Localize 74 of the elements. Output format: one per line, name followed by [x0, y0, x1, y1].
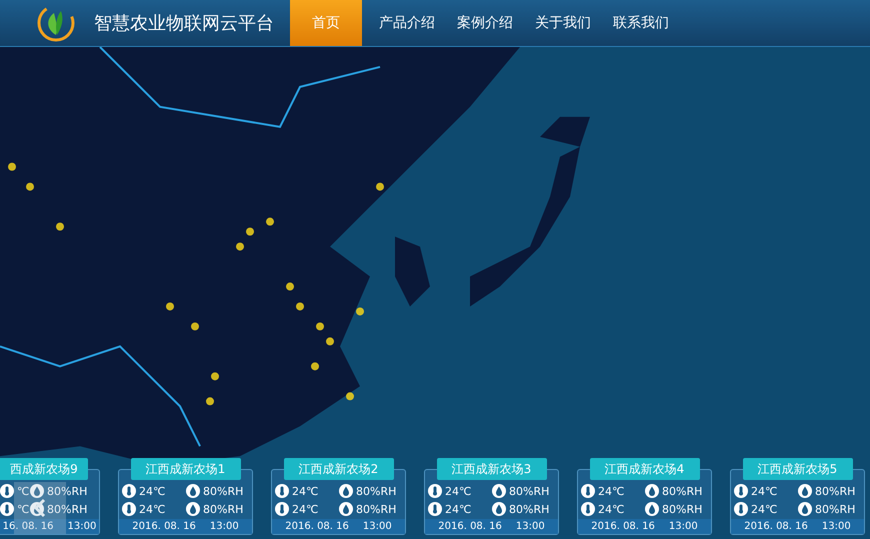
date-text: 2016. 08. 16: [285, 521, 349, 532]
site-title: 智慧农业物联网云平台: [94, 12, 275, 35]
water-drop-icon: [798, 502, 812, 516]
water-drop-icon: [339, 484, 353, 498]
water-drop-icon: [492, 502, 506, 516]
nav-link[interactable]: 联系我们: [602, 0, 680, 46]
thermometer-icon: [428, 502, 442, 516]
humidity-value: 80%RH: [815, 502, 856, 516]
water-drop-icon: [30, 484, 44, 498]
water-drop-icon: [492, 484, 506, 498]
time-text: 13:00: [362, 521, 392, 532]
date-text: 16. 08. 16: [2, 521, 54, 532]
humidity-value: 80%RH: [47, 502, 88, 516]
water-drop-icon: [645, 502, 659, 516]
date-text: 2016. 08. 16: [744, 521, 808, 532]
humidity-value: 80%RH: [509, 484, 550, 498]
temperature-value: 24℃: [139, 502, 166, 516]
thermometer-icon: [275, 484, 289, 498]
thermometer-icon: [0, 484, 14, 498]
peninsula-shape: [395, 236, 430, 306]
chevron-left-icon: [34, 498, 46, 518]
thermometer-icon: [734, 484, 748, 498]
water-drop-icon: [30, 502, 44, 516]
humidity-value: 80%RH: [356, 502, 396, 516]
water-drop-icon: [798, 484, 812, 498]
farm-title-tab[interactable]: 江西成新农场5: [742, 458, 852, 480]
farm-title-tab[interactable]: 江西成新农场3: [436, 458, 546, 480]
farm-title-tab[interactable]: 江西成新农场4: [590, 458, 700, 480]
date-text: 2016. 08. 16: [132, 521, 196, 532]
time-text: 13:00: [822, 521, 851, 532]
nav-link[interactable]: 关于我们: [524, 0, 602, 46]
time-text: 13:00: [516, 521, 545, 532]
thermometer-icon: [275, 502, 289, 516]
thermometer-icon: [428, 484, 442, 498]
temperature-value: 24℃: [598, 502, 624, 516]
temperature-value: ℃: [17, 502, 30, 516]
temperature-value: 24℃: [139, 484, 166, 498]
nav-link[interactable]: 产品介绍: [368, 0, 446, 46]
water-drop-icon: [339, 502, 353, 516]
temperature-value: ℃: [17, 484, 30, 498]
humidity-value: 80%RH: [203, 502, 244, 516]
humidity-value: 80%RH: [509, 502, 550, 516]
temperature-value: 24℃: [751, 502, 778, 516]
water-drop-icon: [645, 484, 659, 498]
time-text: 13:00: [68, 521, 96, 532]
farm-title-tab[interactable]: 江西成新农场1: [130, 458, 240, 480]
water-drop-icon: [186, 502, 200, 516]
thermometer-icon: [122, 484, 136, 498]
thermometer-icon: [0, 502, 14, 516]
thermometer-icon: [734, 502, 748, 516]
temperature-value: 24℃: [598, 484, 624, 498]
water-drop-icon: [186, 484, 200, 498]
time-text: 13:00: [668, 521, 698, 532]
thermometer-icon: [581, 502, 595, 516]
farm-title-tab[interactable]: 西成新农场9: [0, 458, 88, 480]
temperature-value: 24℃: [445, 502, 472, 516]
thermometer-icon: [122, 502, 136, 516]
temperature-value: 24℃: [445, 484, 472, 498]
humidity-value: 80%RH: [662, 484, 702, 498]
temperature-value: 24℃: [292, 502, 318, 516]
humidity-value: 80%RH: [47, 484, 88, 498]
farm-title-tab[interactable]: 江西成新农场2: [284, 458, 394, 480]
humidity-value: 80%RH: [356, 484, 396, 498]
humidity-value: 80%RH: [662, 502, 702, 516]
temperature-value: 24℃: [292, 484, 318, 498]
temperature-value: 24℃: [751, 484, 778, 498]
date-text: 2016. 08. 16: [591, 521, 655, 532]
thermometer-icon: [581, 484, 595, 498]
nav-link[interactable]: 首页: [290, 0, 362, 46]
time-text: 13:00: [210, 521, 239, 532]
humidity-value: 80%RH: [815, 484, 856, 498]
nav-link[interactable]: 案例介绍: [446, 0, 524, 46]
humidity-value: 80%RH: [203, 484, 244, 498]
date-text: 2016. 08. 16: [438, 521, 502, 532]
